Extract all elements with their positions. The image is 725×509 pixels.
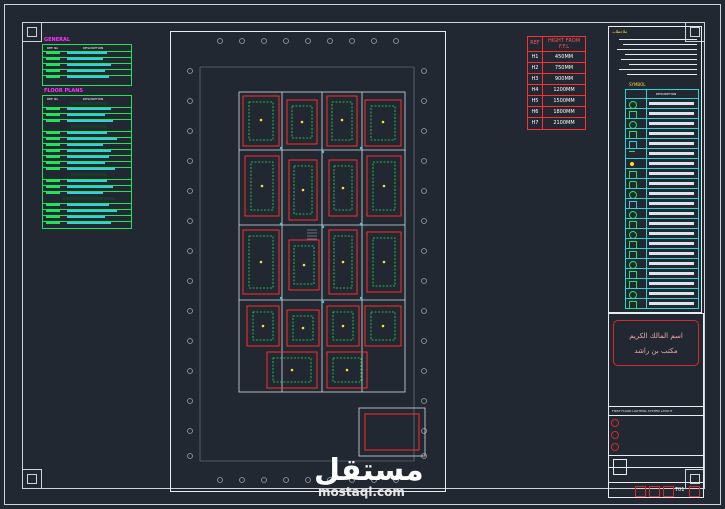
height-value-h6: 1800MM (553, 109, 575, 115)
floor-legend-row (43, 119, 131, 123)
general-legend-row (43, 57, 131, 61)
legend-section-band (71, 173, 107, 176)
floor-legend-row (43, 221, 131, 225)
owner-stamp-panel: اسم المالك الكريم مكتب بن راشد (608, 313, 704, 407)
general-legend-row (43, 69, 131, 73)
height-ref-h4: H4 (531, 87, 539, 93)
floor-legend-row (43, 113, 131, 117)
sheet-cell (689, 486, 700, 497)
height-value-h1: 450MM (554, 54, 574, 60)
floor-legend-row (43, 203, 131, 207)
watermark-domain: mostaql.com (318, 485, 405, 499)
height-value-h3: 900MM (554, 76, 574, 82)
general-col-desc: DESCRIPTION (83, 46, 104, 50)
floor-plans-legend-title: FLOOR PLANS (44, 88, 84, 94)
height-ref-h3: H3 (531, 76, 539, 82)
drawing-title: FIRST FLOOR LIGHTING SYSTEM LAYOUT (612, 409, 673, 413)
height-value-h7: 2100MM (553, 120, 575, 126)
floor-legend-row (43, 191, 131, 195)
floor-legend-row (43, 143, 131, 147)
floor-legend-row (43, 149, 131, 153)
stamp-office-name: مكتب بن راشد (634, 347, 678, 355)
plan-annex-drawing (358, 407, 426, 457)
general-legend-title: GENERAL (44, 37, 71, 43)
floor-plans-legend-table: REF. No DESCRIPTION (42, 95, 132, 229)
legend-section-band (71, 125, 107, 128)
legend-section-band (63, 197, 115, 200)
height-ref-h1: H1 (531, 54, 539, 60)
revision-marker-icon (611, 431, 619, 439)
symbol-legend-table: DESCRIPTION (625, 89, 699, 309)
symbols-title: SYMBOL (629, 82, 646, 87)
height-ref-h5: H5 (531, 98, 539, 104)
height-ref-h2: H2 (531, 65, 539, 71)
notes-panel: ملاحظات SYMBOL DESCRIPTION (608, 26, 702, 313)
height-ref-h6: H6 (531, 109, 539, 115)
owner-stamp-box: اسم المالك الكريم مكتب بن راشد (613, 320, 699, 366)
sheet-number: T01 (675, 487, 685, 493)
height-value-h4: 1200MM (553, 87, 575, 93)
height-col-ref: REF (530, 40, 540, 46)
floor-legend-row (43, 107, 131, 111)
general-legend-row (43, 51, 131, 55)
junction-box-icon (629, 301, 637, 309)
height-ref-h7: H7 (531, 120, 539, 126)
corner-ornament-top-left (22, 22, 42, 42)
height-reference-table: REF HIGHT FROM F.F.L H1 450MM H2 750MM H… (527, 36, 586, 130)
floor-legend-row (43, 161, 131, 165)
symbols-col-desc: DESCRIPTION (656, 92, 677, 96)
symbol-row (626, 298, 698, 309)
legend-section-band (71, 102, 107, 105)
pendant-light-icon (630, 162, 634, 166)
general-legend-table: REF. No DESCRIPTION (42, 44, 132, 86)
notes-title: ملاحظات (612, 29, 628, 34)
general-legend-row (43, 75, 131, 79)
floor-legend-row (43, 185, 131, 189)
height-value-h5: 1500MM (553, 98, 575, 104)
stamp-owner-name: اسم المالك الكريم (629, 332, 683, 340)
floor-legend-row (43, 137, 131, 141)
floor-legend-row (43, 167, 131, 171)
floor-legend-row (43, 155, 131, 159)
general-legend-row (43, 63, 131, 67)
sheet-cell (663, 486, 674, 497)
height-value-h2: 750MM (554, 65, 574, 71)
title-block: FIRST FLOOR LIGHTING SYSTEM LAYOUT T01 (608, 406, 704, 498)
height-col-value: HIGHT FROM F.F.L (547, 38, 581, 50)
revision-marker-icon (611, 419, 619, 427)
floor-legend-row (43, 209, 131, 213)
floor-plans-col-desc: DESCRIPTION (83, 97, 104, 101)
floor-plan-drawing (238, 91, 406, 393)
watermark-brand: مستقل (314, 453, 424, 488)
floor-legend-row (43, 131, 131, 135)
revision-marker-icon (611, 443, 619, 451)
floor-plans-col-ref: REF. No (47, 97, 59, 101)
floor-legend-row (43, 179, 131, 183)
general-col-ref: REF. No (47, 46, 59, 50)
sheet-cell (649, 486, 660, 497)
company-logo (613, 459, 627, 475)
corner-ornament-bottom-left (22, 469, 42, 489)
floor-legend-row (43, 215, 131, 219)
sheet-cell (635, 486, 646, 497)
